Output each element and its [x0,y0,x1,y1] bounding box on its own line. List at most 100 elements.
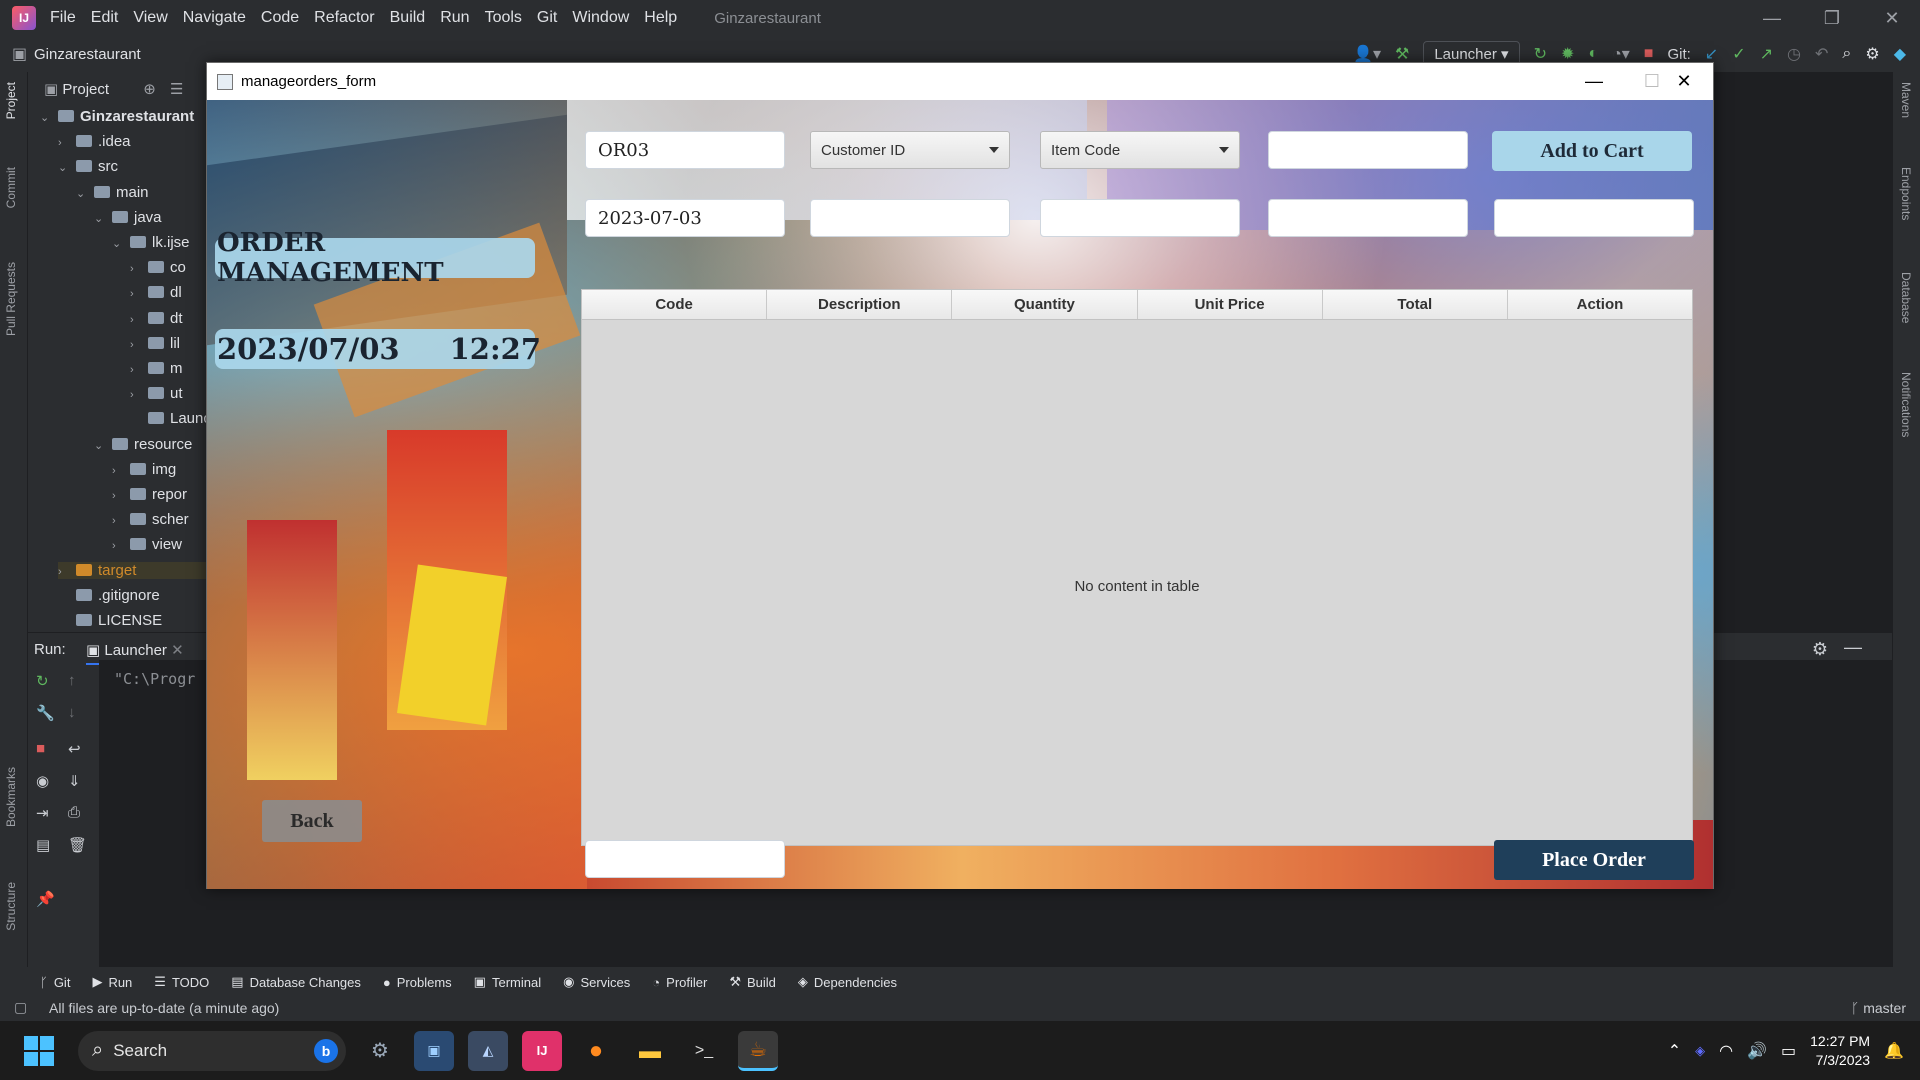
menu-tools[interactable]: Tools [485,9,522,27]
chevron-right-icon[interactable]: › [130,288,142,300]
tree-item[interactable]: › ut [130,385,183,402]
chevron-down-icon[interactable]: ⌄ [40,111,52,124]
settings-gear-icon[interactable]: ⚙ [1865,44,1879,64]
item-description-field[interactable] [1040,199,1240,237]
tree-item[interactable]: › view [112,536,182,553]
order-date-field[interactable]: 2023-07-03 [585,199,785,237]
chevron-right-icon[interactable]: › [112,465,124,477]
add-to-cart-button[interactable]: Add to Cart [1492,131,1692,171]
status-layout-icon[interactable]: ▢ [14,999,27,1016]
coverage-icon[interactable]: ◐ [1588,45,1598,63]
quantity-field[interactable] [1268,131,1468,169]
chevron-right-icon[interactable]: › [112,540,124,552]
tool-notifications[interactable]: Notifications [1899,372,1913,437]
customer-id-combobox[interactable]: Customer ID [810,131,1010,169]
plugin-icon[interactable]: ◆ [1894,44,1906,64]
column-action[interactable]: Action [1508,290,1692,319]
tree-item[interactable]: › lil [130,335,180,352]
bottom-tab-run[interactable]: ▶ Run [92,974,132,990]
run-settings-gear-icon[interactable]: ⚙ [1812,639,1828,660]
window-titlebar[interactable]: manageorders_form — ☐ ✕ [207,63,1713,100]
bottom-tab-database-changes[interactable]: ▤ Database Changes [231,974,361,990]
chevron-right-icon[interactable]: › [130,263,142,275]
photos-app-icon[interactable]: ◭ [468,1030,508,1071]
layout-icon[interactable]: ▤ [36,836,50,854]
scroll-to-end-icon[interactable]: ⇓ [68,772,81,790]
menu-help[interactable]: Help [644,9,677,27]
net-total-field[interactable] [585,840,785,878]
battery-icon[interactable]: ▭ [1781,1041,1796,1061]
cart-table[interactable]: Code Description Quantity Unit Price Tot… [581,289,1693,846]
bottom-tab-dependencies[interactable]: ◈ Dependencies [798,974,897,990]
bottom-tab-build[interactable]: ⚒ Build [729,974,776,990]
column-unit-price[interactable]: Unit Price [1138,290,1323,319]
tree-item[interactable]: Launc [130,410,211,427]
scroll-down-icon[interactable]: ↓ [68,704,76,721]
stop-icon[interactable]: ■ [1644,45,1654,63]
taskbar-search[interactable]: ⌕ Search b [78,1030,346,1071]
bottom-tab-terminal[interactable]: ▣ Terminal [474,974,541,990]
tree-item[interactable]: ⌄ java [94,209,162,226]
column-quantity[interactable]: Quantity [952,290,1138,319]
menu-build[interactable]: Build [390,9,426,27]
rerun-icon[interactable]: ↻ [1534,44,1547,64]
soft-wrap-icon[interactable]: ↩ [68,740,81,758]
bottom-tab-problems[interactable]: ● Problems [383,975,452,990]
chevron-down-icon[interactable]: ⌄ [76,187,88,200]
tree-item[interactable]: › target [58,561,220,579]
ide-minimize-button[interactable]: — [1742,0,1802,36]
tree-item[interactable]: ⌄ src [58,158,118,175]
order-id-field[interactable]: OR03 [585,131,785,169]
chevron-right-icon[interactable]: › [112,515,124,527]
tool-commit[interactable]: Commit [4,167,18,208]
exit-icon[interactable]: ⇥ [36,804,49,822]
window-minimize-button[interactable]: — [1565,63,1623,100]
chevron-down-icon[interactable]: ⌄ [94,212,106,225]
file-explorer-icon[interactable]: ▬ [630,1031,670,1071]
chevron-right-icon[interactable]: › [130,364,142,376]
scroll-up-icon[interactable]: ↑ [68,672,76,689]
settings-app-icon[interactable]: ⚙ [360,1031,400,1071]
git-update-icon[interactable]: ↙ [1705,44,1718,64]
chevron-right-icon[interactable]: › [58,137,70,149]
qty-on-hand-field[interactable] [1494,199,1694,237]
clear-trash-icon[interactable]: 🗑 [68,836,87,854]
remote-desktop-icon[interactable]: ▣ [414,1030,454,1071]
chevron-down-icon[interactable]: ⌄ [58,161,70,174]
tree-item[interactable]: › co [130,259,186,276]
tool-maven[interactable]: Maven [1899,82,1913,118]
volume-icon[interactable]: 🔊 [1747,1041,1767,1061]
run-stop-icon[interactable]: ■ [36,740,45,757]
collapse-icon[interactable]: ☰ [170,81,183,98]
back-button[interactable]: Back [262,800,362,842]
hammer-build-icon[interactable]: ⚒ [1395,44,1409,64]
menu-git[interactable]: Git [537,9,557,27]
notification-bell-icon[interactable]: 🔔 [1884,1041,1904,1061]
tree-item[interactable]: › repor [112,486,187,503]
git-commit-icon[interactable]: ✓ [1732,44,1745,64]
tree-item[interactable]: › scher [112,511,189,528]
chevron-right-icon[interactable]: › [130,339,142,351]
git-rollback-icon[interactable]: ↶ [1815,44,1828,64]
tool-project[interactable]: Project [4,82,18,119]
user-icon[interactable]: 👤▾ [1353,44,1381,64]
search-icon[interactable]: ⌕ [1842,45,1851,63]
tree-item[interactable]: › m [130,360,183,377]
unit-price-field[interactable] [1268,199,1468,237]
tree-item[interactable]: ⌄ resource [94,436,192,453]
debug-icon[interactable]: ✹ [1561,44,1574,64]
java-app-icon[interactable]: ☕ [738,1030,778,1071]
run-tab-close-icon[interactable]: ✕ [171,642,184,659]
run-hide-icon[interactable]: — [1844,637,1862,658]
ide-close-button[interactable]: ✕ [1862,0,1920,36]
taskbar-clock[interactable]: 12:27 PM 7/3/2023 [1810,1032,1870,1070]
window-close-button[interactable]: ✕ [1655,63,1713,100]
tree-item[interactable]: ⌄ main [76,184,149,201]
column-description[interactable]: Description [767,290,953,319]
git-push-icon[interactable]: ↗ [1760,44,1773,64]
wrench-icon[interactable]: 🔧 [36,704,55,722]
bottom-tab-services[interactable]: ◉ Services [563,974,630,990]
tool-pull-requests[interactable]: Pull Requests [4,262,18,336]
print-icon[interactable]: ⎙ [68,804,80,821]
customer-name-field[interactable] [810,199,1010,237]
